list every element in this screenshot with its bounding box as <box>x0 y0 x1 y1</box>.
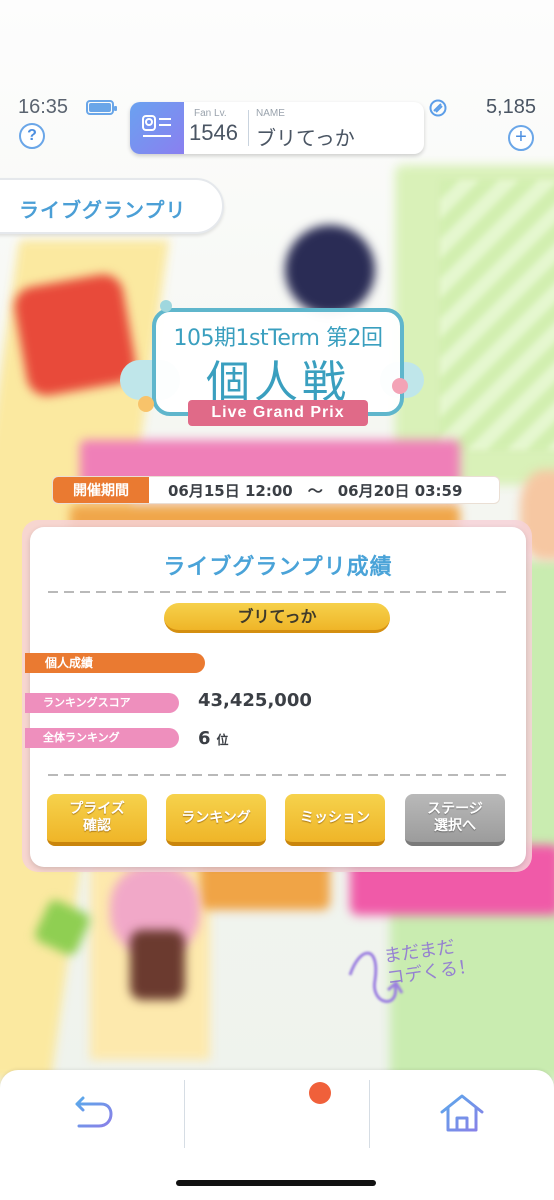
period-label: 開催期間 <box>53 477 149 503</box>
overall-ranking: 6位 <box>198 728 229 749</box>
logo-flower <box>138 396 154 412</box>
profile-card-icon <box>142 115 171 137</box>
profile-card[interactable]: Fan Lv. 1546 NAME ブリてっか <box>130 102 424 154</box>
fan-level-value: 1546 <box>189 120 238 145</box>
overall-ranking-unit: 位 <box>216 733 229 747</box>
background-character <box>130 930 185 1000</box>
event-logo: 105期1stTerm 第2回 個人戦 Live Grand Prix <box>120 300 424 430</box>
battery-level <box>89 103 111 112</box>
mission-button[interactable]: ミッション <box>285 794 385 846</box>
logo-flower <box>160 300 172 312</box>
battery-icon <box>86 100 117 115</box>
card-divider <box>248 110 249 146</box>
notification-badge <box>309 1082 331 1104</box>
name-label: NAME <box>256 108 285 119</box>
results-title: ライブグランプリ成績 <box>163 555 393 580</box>
back-icon <box>75 1096 113 1128</box>
home-button[interactable] <box>432 1088 492 1136</box>
background-stripes <box>440 180 554 450</box>
period-value: 06月15日 12:00 ～ 06月20日 03:59 <box>168 482 463 500</box>
menu-icon <box>250 1102 306 1115</box>
home-indicator <box>176 1180 376 1186</box>
nav-divider <box>369 1080 370 1148</box>
personal-results-label: 個人成績 <box>25 653 205 673</box>
logo-flower <box>392 378 408 394</box>
ranking-score-value: 43,425,000 <box>198 690 312 711</box>
ranking-button[interactable]: ランキング <box>166 794 266 846</box>
overall-ranking-label: 全体ランキング <box>25 728 179 748</box>
overall-ranking-value: 6 <box>198 728 211 749</box>
gem-count: 5,185 <box>485 96 536 118</box>
home-icon <box>440 1094 484 1132</box>
player-name: ブリてっか <box>256 126 355 150</box>
prize-confirm-button[interactable]: プライズ 確認 <box>47 794 147 846</box>
logo-ribbon: Live Grand Prix <box>188 400 368 426</box>
section-tab-label: ライブグランプリ <box>19 198 187 222</box>
back-button[interactable] <box>63 1088 123 1136</box>
bottom-nav <box>0 1070 554 1200</box>
stage-select-button[interactable]: ステージ 選択へ <box>405 794 505 846</box>
profile-icon-box <box>130 102 184 154</box>
divider <box>48 774 508 776</box>
help-button[interactable]: ? <box>19 123 45 149</box>
gem-icon <box>429 99 447 117</box>
results-panel: ライブグランプリ成績 ブリてっか 個人成績 ランキングスコア 43,425,00… <box>25 527 526 867</box>
menu-button[interactable] <box>248 1088 308 1136</box>
section-tab: ライブグランプリ <box>0 178 224 234</box>
event-period: 開催期間 06月15日 12:00 ～ 06月20日 03:59 <box>52 476 500 504</box>
player-name-pill: ブリてっか <box>164 603 390 633</box>
fan-level-label: Fan Lv. <box>194 108 227 119</box>
divider <box>48 591 508 593</box>
nav-divider <box>184 1080 185 1148</box>
add-gems-button[interactable]: + <box>508 125 534 151</box>
ranking-score-label: ランキングスコア <box>25 693 179 713</box>
clock: 16:35 <box>18 96 69 118</box>
